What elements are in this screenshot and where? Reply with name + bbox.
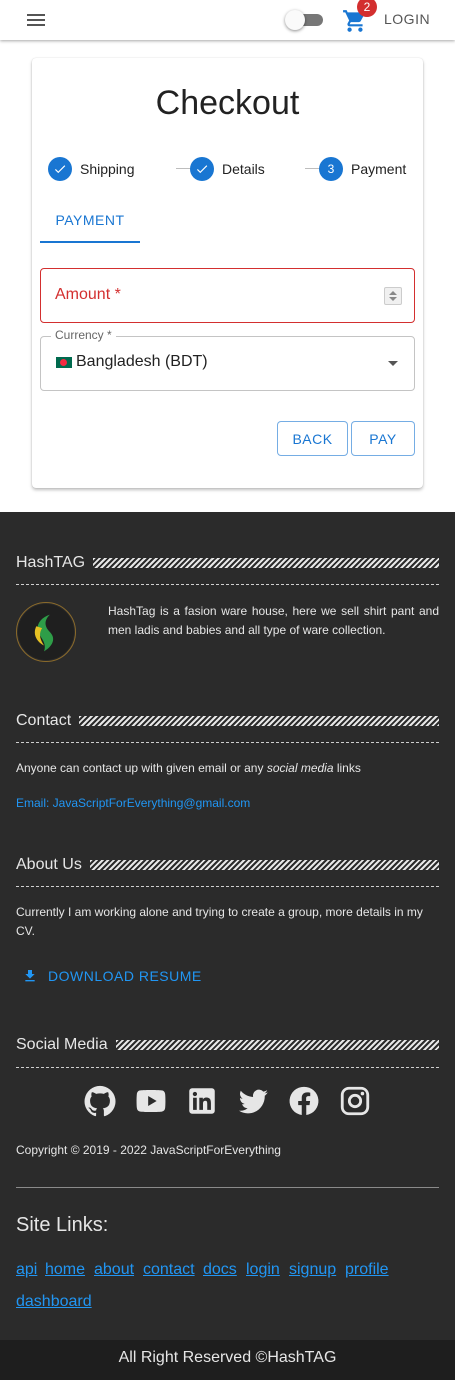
social-heading: Social Media (16, 1035, 439, 1055)
checkout-stepper: Shipping Details 3 Payment (48, 156, 408, 182)
site-link-signup[interactable]: signup (289, 1261, 336, 1279)
download-resume-button[interactable]: DOWNLOAD RESUME (16, 963, 202, 989)
step-number: 3 (319, 157, 343, 181)
tab-indicator (40, 241, 140, 243)
menu-icon[interactable] (22, 10, 50, 30)
site-link-dashboard[interactable]: dashboard (16, 1293, 92, 1311)
contact-text: Anyone can contact up with given email o… (16, 759, 361, 778)
bangladesh-flag-icon (56, 357, 72, 368)
pay-button[interactable]: PAY (351, 421, 415, 456)
email-link[interactable]: Email: JavaScriptForEverything@gmail.com (16, 794, 250, 813)
social-heading-text: Social Media (16, 1036, 108, 1053)
youtube-icon[interactable] (134, 1084, 168, 1118)
footer-divider (16, 1187, 439, 1188)
download-icon (25, 970, 35, 982)
brand-heading: HashTAG (16, 553, 439, 573)
contact-text-part: links (333, 761, 361, 775)
instagram-icon[interactable] (338, 1084, 372, 1118)
step-label: Shipping (80, 161, 135, 177)
site-link-api[interactable]: api (16, 1261, 37, 1279)
site-link-docs[interactable]: docs (203, 1261, 237, 1279)
contact-text-emphasis: social media (266, 761, 334, 775)
site-link-login[interactable]: login (246, 1261, 280, 1279)
twitter-icon[interactable] (236, 1084, 270, 1118)
toggle-thumb (285, 10, 305, 30)
brand-description: HashTag is a fasion ware house, here we … (108, 604, 439, 637)
app-bar: 2 LOGIN (0, 0, 455, 40)
dashed-divider (16, 1067, 439, 1068)
step-details: Details (190, 156, 265, 182)
cart-count-badge: 2 (357, 0, 377, 17)
facebook-icon[interactable] (287, 1084, 321, 1118)
copyright-text: Copyright © 2019 - 2022 JavaScriptForEve… (16, 1143, 281, 1157)
download-label: DOWNLOAD RESUME (48, 968, 202, 984)
currency-select[interactable]: Currency * Bangladesh (BDT) (40, 328, 415, 391)
bottom-bar: All Right Reserved ©HashTAG (0, 1340, 455, 1380)
site-link-profile[interactable]: profile (345, 1261, 389, 1279)
number-spinner[interactable] (384, 287, 402, 305)
heading-stripe (79, 716, 439, 726)
step-label: Payment (351, 161, 407, 177)
site-link-contact[interactable]: contact (143, 1261, 195, 1279)
step-shipping: Shipping (48, 156, 135, 182)
amount-field[interactable]: Amount * (40, 268, 415, 323)
about-heading: About Us (16, 855, 439, 875)
step-label: Details (222, 161, 265, 177)
contact-heading-text: Contact (16, 712, 72, 729)
currency-value: Bangladesh (BDT) (76, 353, 208, 370)
dashed-divider (16, 886, 439, 887)
heading-stripe (93, 558, 439, 568)
heading-stripe (115, 1040, 439, 1050)
contact-text-part: Anyone can contact up with given email o… (16, 761, 267, 775)
back-button[interactable]: BACK (277, 421, 348, 456)
about-text: Currently I am working alone and trying … (16, 905, 423, 938)
tab-payment[interactable]: PAYMENT (40, 206, 140, 244)
about-heading-text: About Us (16, 856, 82, 873)
linkedin-icon[interactable] (185, 1084, 219, 1118)
step-payment: 3 Payment (319, 156, 406, 182)
brand-heading-text: HashTAG (16, 554, 86, 571)
site-link-home[interactable]: home (45, 1261, 85, 1279)
check-icon (190, 157, 214, 181)
site-link-about[interactable]: about (94, 1261, 134, 1279)
github-icon[interactable] (83, 1084, 117, 1118)
amount-label: Amount * (55, 286, 121, 303)
check-icon (48, 157, 72, 181)
theme-toggle[interactable] (285, 10, 325, 30)
contact-heading: Contact (16, 711, 439, 731)
dashed-divider (16, 742, 439, 743)
brand-logo (16, 602, 76, 662)
chevron-down-icon (388, 361, 398, 366)
currency-label: Currency * (51, 328, 116, 342)
dashed-divider (16, 584, 439, 585)
site-links-title: Site Links: (16, 1214, 109, 1236)
checkout-card: Checkout Shipping Details 3 Payment PAYM… (32, 58, 423, 488)
login-button[interactable]: LOGIN (376, 6, 438, 32)
page-title: Checkout (155, 84, 300, 122)
heading-stripe (89, 860, 439, 870)
